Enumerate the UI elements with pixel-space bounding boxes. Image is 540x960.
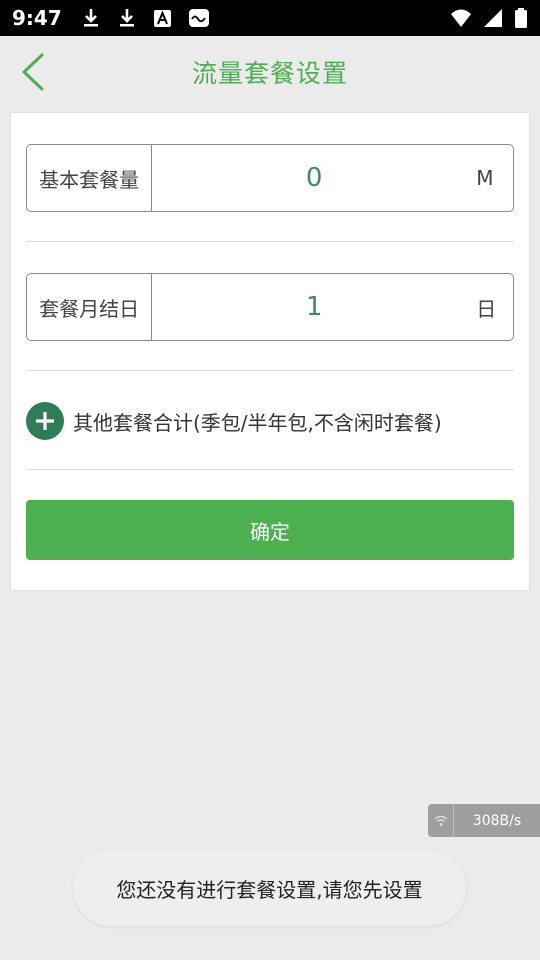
status-left-icons [80,7,210,29]
divider [26,241,514,242]
base-plan-unit: M [476,166,494,190]
billing-day-label: 套餐月结日 [27,274,153,340]
chevron-left-icon [21,53,44,91]
download-icon [80,7,102,29]
net-speed-indicator[interactable]: 308B/s [428,804,540,837]
billing-day-unit: 日 [476,296,497,321]
confirm-button[interactable]: 确定 [26,500,514,560]
divider [26,469,514,470]
status-time: 9:47 [12,6,62,30]
base-plan-label: 基本套餐量 [27,145,153,211]
a-box-icon [152,7,174,29]
base-plan-field: 基本套餐量 M [26,144,514,212]
back-button[interactable] [10,48,54,96]
page-title: 流量套餐设置 [191,59,348,88]
other-plans-row[interactable]: 其他套餐合计(季包/半年包,不含闲时套餐) [26,401,442,441]
base-plan-input[interactable] [152,145,477,211]
app-header: 流量套餐设置 [0,36,540,108]
wifi-icon [450,7,472,29]
battery-icon [514,7,528,29]
toast-message: 您还没有进行套餐设置,请您先设置 [73,850,466,926]
net-speed-value: 308B/s [472,812,522,829]
notification-icon [188,7,210,29]
wifi-icon [428,804,454,837]
other-plans-label: 其他套餐合计(季包/半年包,不含闲时套餐) [73,410,442,435]
plan-settings-card: 基本套餐量 M 套餐月结日 日 其他套餐合计(季包/半年包,不含闲时套餐) 确定 [10,112,530,591]
status-right-icons [450,7,528,29]
status-bar: 9:47 [0,0,540,36]
divider [26,370,514,371]
billing-day-input[interactable] [152,274,477,340]
plus-circle-icon[interactable] [26,402,64,440]
billing-day-field: 套餐月结日 日 [26,273,514,341]
signal-icon [482,7,504,29]
download-icon [116,7,138,29]
